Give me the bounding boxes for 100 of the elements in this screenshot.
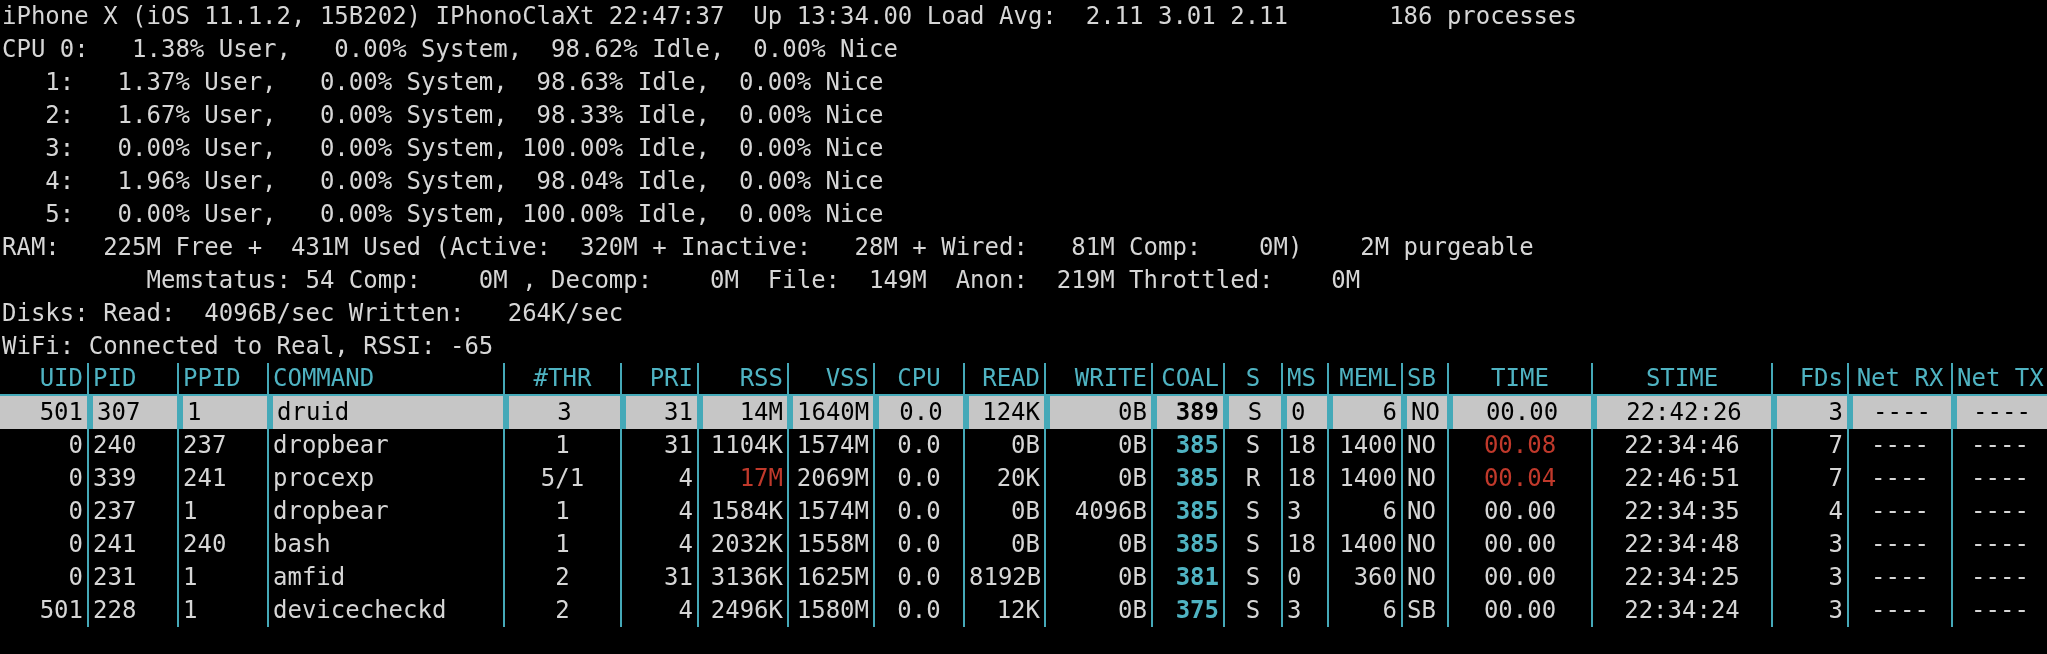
table-cell: 1574M [787,429,873,462]
table-cell: NO [1401,396,1447,429]
column-header: VSS [787,363,873,394]
table-cell: 5/1 [503,462,620,495]
table-cell: 14M [697,396,787,429]
table-cell: 3 [1771,396,1847,429]
table-cell: S [1223,429,1281,462]
column-header: PID [87,363,177,394]
status-line: 2: 1.67% User, 0.00% System, 98.33% Idle, 0.00% Nice [44,100,885,131]
table-cell: 20K [963,462,1044,495]
table-cell-text: 0 [67,430,84,461]
table-cell: 0B [1044,561,1151,594]
table-cell: 4 [620,594,697,627]
table-cell: 375 [1151,594,1223,627]
table-cell: 237 [87,495,177,528]
table-cell: 8192B [963,561,1044,594]
table-cell: 2496K [697,594,787,627]
column-header: PPID [177,363,267,394]
process-row[interactable]: 0 240 237 dropbear 1 31 1104K 1574M 0.0 0B 0B 385 S 18 1400 NO 00.08 22:34:46 7 ---- ---- [0,429,2047,462]
table-cell: ---- [1951,561,2047,594]
table-cell-text: 501 [38,397,84,428]
table-cell: 12K [963,594,1044,627]
table-cell: 1580M [787,594,873,627]
table-cell: 6 [1327,495,1401,528]
status-line: CPU 0: 1.38% User, 0.00% System, 98.62% Idle, 0.00% Nice [1,34,899,65]
table-cell: 0B [1044,594,1151,627]
process-row[interactable]: 0 339 241 procexp 5/1 4 17M 2069M 0.0 20K 0B 385 R 18 1400 NO 00.04 22:46:51 7 ---- ---- [0,462,2047,495]
table-cell: 385 [1151,495,1223,528]
table-cell: ---- [1951,528,2047,561]
status-line: RAM: 225M Free + 431M Used (Active: 320M + Inactive: 28M + Wired: 81M Comp: 0M) 2M purgeable [1,232,1535,263]
table-cell: dropbear [267,495,503,528]
table-cell: 124K [963,396,1044,429]
table-cell: 4 [620,462,697,495]
column-header: Net TX [1951,363,2047,394]
process-row[interactable]: 501 228 1 devicecheckd 2 4 2496K 1580M 0.0 12K 0B 375 S 3 6 SB 00.00 22:34:24 3 ---- ---- [0,594,2047,627]
table-cell: 240 [177,528,267,561]
table-cell: 18 [1281,462,1327,495]
status-line: 5: 0.00% User, 0.00% System, 100.00% Idle, 0.00% Nice [44,199,885,230]
table-cell: 3 [1771,528,1847,561]
table-cell: 22:46:51 [1591,462,1771,495]
table-cell-text: 0 [67,496,84,527]
table-cell: 241 [87,528,177,561]
table-cell: 1400 [1327,462,1401,495]
table-cell: 0B [1044,528,1151,561]
table-cell: 17M [697,462,787,495]
table-cell: 1 [503,429,620,462]
table-cell: 1400 [1327,429,1401,462]
table-cell: 3 [503,396,620,429]
table-cell: 231 [87,561,177,594]
table-cell: S [1223,594,1281,627]
table-cell: ---- [1951,429,2047,462]
table-cell: 1 [177,495,267,528]
table-cell: devicecheckd [267,594,503,627]
table-cell: 4 [620,528,697,561]
status-line: 3: 0.00% User, 0.00% System, 100.00% Idle, 0.00% Nice [44,133,885,164]
table-cell: 1640M [787,396,873,429]
table-cell: 22:34:24 [1591,594,1771,627]
status-line: iPhone X (iOS 11.1.2, 15B202) IPhonoClaXt 22:47:37 Up 13:34.00 Load Avg: 2.11 3.01 2.11 186 processes [1,1,1578,32]
column-header: COMMAND [267,363,503,394]
table-cell-text: 0 [67,463,84,494]
table-cell: 2032K [697,528,787,561]
process-row[interactable]: 0 237 1 dropbear 1 4 1584K 1574M 0.0 0B 4096B 385 S 3 6 NO 00.00 22:34:35 4 ---- ---- [0,495,2047,528]
column-header: COAL [1151,363,1223,394]
table-cell: 18 [1281,429,1327,462]
table-cell: NO [1401,561,1447,594]
status-line: WiFi: Connected to Real, RSSI: -65 [1,331,495,362]
table-cell: procexp [267,462,503,495]
table-cell: 1104K [697,429,787,462]
table-cell: ---- [1847,561,1951,594]
process-row[interactable]: 501 307 1 druid 3 31 14M 1640M 0.0 124K 0B 389 S 0 6 NO 00.00 22:42:26 3 ---- ---- [0,396,2047,429]
table-cell: 18 [1281,528,1327,561]
table-cell: 1 [177,396,267,429]
table-cell: 339 [87,462,177,495]
table-cell: 360 [1327,561,1401,594]
table-cell: 3136K [697,561,787,594]
column-header: RSS [697,363,787,394]
table-cell: 0.0 [873,429,963,462]
table-cell: 2069M [787,462,873,495]
table-cell: 22:34:35 [1591,495,1771,528]
table-cell: 0B [963,495,1044,528]
table-cell: 381 [1151,561,1223,594]
table-cell: 3 [1281,495,1327,528]
column-header: FDs [1771,363,1847,394]
process-row[interactable]: 0 241 240 bash 1 4 2032K 1558M 0.0 0B 0B 385 S 18 1400 NO 00.00 22:34:48 3 ---- ---- [0,528,2047,561]
table-cell: 1584K [697,495,787,528]
table-cell: 240 [87,429,177,462]
table-cell: 1 [503,495,620,528]
table-cell: 0.0 [873,495,963,528]
table-cell: 1558M [787,528,873,561]
table-cell: 0.0 [873,594,963,627]
table-cell: S [1223,528,1281,561]
table-cell: 6 [1327,594,1401,627]
status-line: 1: 1.37% User, 0.00% System, 98.63% Idle, 0.00% Nice [44,67,885,98]
table-cell: 0.0 [873,561,963,594]
table-cell: 3 [1281,594,1327,627]
table-cell: 22:34:46 [1591,429,1771,462]
table-cell-text: 501 [38,595,84,626]
table-cell: ---- [1847,462,1951,495]
process-row[interactable]: 0 231 1 amfid 2 31 3136K 1625M 0.0 8192B 0B 381 S 0 360 NO 00.00 22:34:25 3 ---- ---- [0,561,2047,594]
table-cell: NO [1401,429,1447,462]
